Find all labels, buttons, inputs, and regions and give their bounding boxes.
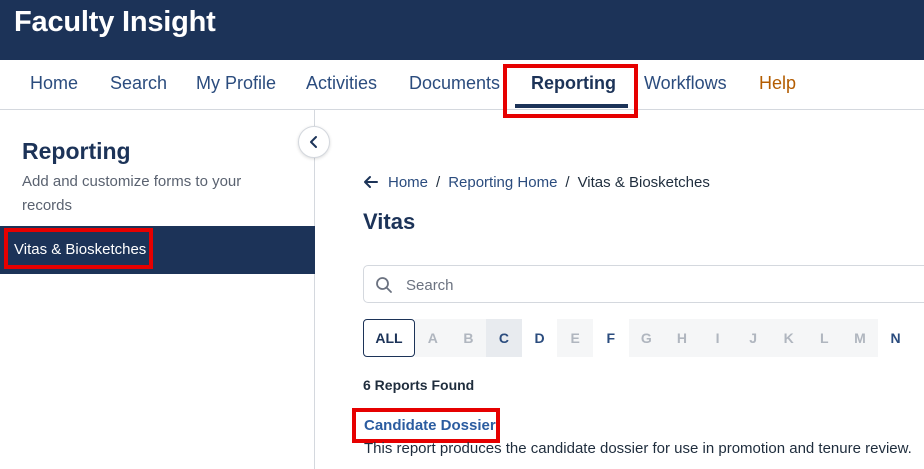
letter-e[interactable]: E <box>557 319 593 357</box>
letter-g[interactable]: G <box>628 319 665 357</box>
highlight-report-link <box>352 408 500 443</box>
letter-filter: ALL A B C D E F G H I J K L M N <box>363 319 914 357</box>
app-header: Faculty Insight <box>0 0 924 60</box>
highlight-reporting-tab <box>503 64 638 118</box>
letter-a[interactable]: A <box>415 319 451 357</box>
letter-c[interactable]: C <box>486 319 522 357</box>
report-description: This report produces the candidate dossi… <box>364 440 912 457</box>
nav-workflows[interactable]: Workflows <box>644 73 727 94</box>
arrow-left-icon[interactable] <box>363 174 379 190</box>
breadcrumb-reporting-home[interactable]: Reporting Home <box>448 174 557 191</box>
letter-f[interactable]: F <box>592 319 629 357</box>
letter-m[interactable]: M <box>842 319 878 357</box>
page-title: Vitas <box>363 209 416 234</box>
breadcrumb-current: Vitas & Biosketches <box>577 173 710 191</box>
nav-my-profile[interactable]: My Profile <box>196 73 276 94</box>
search-box <box>363 265 924 303</box>
nav-activities[interactable]: Activities <box>306 73 377 94</box>
letter-k[interactable]: K <box>770 319 807 357</box>
breadcrumb-separator: / <box>436 173 441 191</box>
letter-j[interactable]: J <box>735 319 771 357</box>
highlight-sidebar-item <box>4 228 153 269</box>
letter-l[interactable]: L <box>806 319 843 357</box>
breadcrumb: Home / Reporting Home / Vitas & Biosketc… <box>363 172 710 192</box>
nav-documents[interactable]: Documents <box>409 73 500 94</box>
letter-h[interactable]: H <box>664 319 700 357</box>
nav-help[interactable]: Help <box>759 73 796 94</box>
main-nav: Home Search My Profile Activities Docume… <box>0 60 924 110</box>
nav-search[interactable]: Search <box>110 73 167 94</box>
sidebar-description: Add and customize forms to your records <box>22 173 242 214</box>
breadcrumb-separator: / <box>565 173 570 191</box>
results-count: 6 Reports Found <box>363 377 475 393</box>
letter-d[interactable]: D <box>521 319 558 357</box>
letter-b[interactable]: B <box>450 319 487 357</box>
letter-n[interactable]: N <box>877 319 914 357</box>
breadcrumb-home[interactable]: Home <box>388 174 428 191</box>
letter-all[interactable]: ALL <box>363 319 415 357</box>
sidebar-title: Reporting <box>22 138 131 164</box>
collapse-sidebar-button[interactable] <box>298 126 330 158</box>
app-title[interactable]: Faculty Insight <box>14 6 216 39</box>
nav-home[interactable]: Home <box>30 73 78 94</box>
search-icon <box>375 276 393 294</box>
chevron-left-icon <box>307 135 321 149</box>
letter-i[interactable]: I <box>699 319 736 357</box>
sidebar: Reporting Add and customize forms to you… <box>0 110 315 469</box>
search-input[interactable] <box>406 272 906 298</box>
